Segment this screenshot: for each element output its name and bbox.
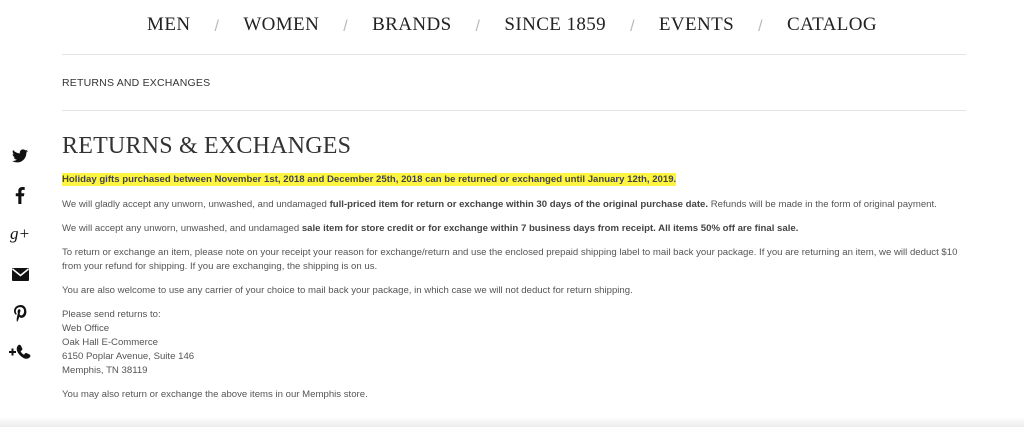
facebook-icon[interactable] — [10, 185, 30, 205]
add-contact-icon[interactable] — [8, 342, 32, 362]
google-plus-icon[interactable]: g+ — [10, 224, 30, 244]
return-instructions: To return or exchange an item, please no… — [62, 247, 958, 272]
nav-separator: / — [758, 17, 764, 35]
holiday-notice: Holiday gifts purchased between November… — [62, 173, 962, 187]
nav-women[interactable]: WOMEN — [243, 14, 319, 36]
breadcrumb-divider — [62, 110, 966, 111]
nav-separator: / — [214, 17, 220, 35]
main-nav: MEN / WOMEN / BRANDS / SINCE 1859 / EVEN… — [0, 14, 1024, 36]
email-icon[interactable] — [10, 264, 30, 284]
twitter-icon[interactable] — [10, 146, 30, 166]
nav-events[interactable]: EVENTS — [659, 14, 734, 36]
nav-separator: / — [630, 17, 635, 35]
returns-content: RETURNS & EXCHANGES Holiday gifts purcha… — [62, 133, 962, 412]
nav-divider — [62, 54, 966, 55]
holiday-highlight: Holiday gifts purchased between November… — [62, 173, 677, 186]
address-line: 6150 Poplar Avenue, Suite 146 — [62, 351, 195, 362]
address-line: Oak Hall E-Commerce — [62, 337, 158, 348]
page-bottom-shadow — [0, 417, 1024, 427]
nav-separator: / — [475, 17, 481, 35]
address-line: Please send returns to: — [62, 309, 161, 320]
address-line: Memphis, TN 38119 — [62, 365, 148, 376]
pinterest-icon[interactable] — [10, 303, 30, 323]
nav-separator: / — [343, 17, 349, 35]
return-address: Please send returns to: Web Office Oak H… — [62, 308, 962, 378]
nav-brands[interactable]: BRANDS — [372, 14, 451, 36]
store-return-note: You may also return or exchange the abov… — [62, 389, 368, 400]
carrier-note: You are also welcome to use any carrier … — [62, 285, 633, 296]
full-price-terms: full-priced item for return or exchange … — [329, 199, 709, 210]
nav-since-1859[interactable]: SINCE 1859 — [504, 14, 606, 36]
sale-item-policy: We will accept any unworn, unwashed, and… — [62, 223, 799, 234]
full-price-policy: We will gladly accept any unworn, unwash… — [62, 199, 937, 210]
page-title: RETURNS & EXCHANGES — [62, 133, 352, 159]
address-line: Web Office — [62, 323, 110, 334]
nav-catalog[interactable]: CATALOG — [787, 14, 877, 36]
nav-men[interactable]: MEN — [147, 14, 190, 36]
breadcrumb[interactable]: RETURNS AND EXCHANGES — [62, 77, 210, 89]
sale-item-terms: sale item for store credit or for exchan… — [301, 223, 799, 234]
